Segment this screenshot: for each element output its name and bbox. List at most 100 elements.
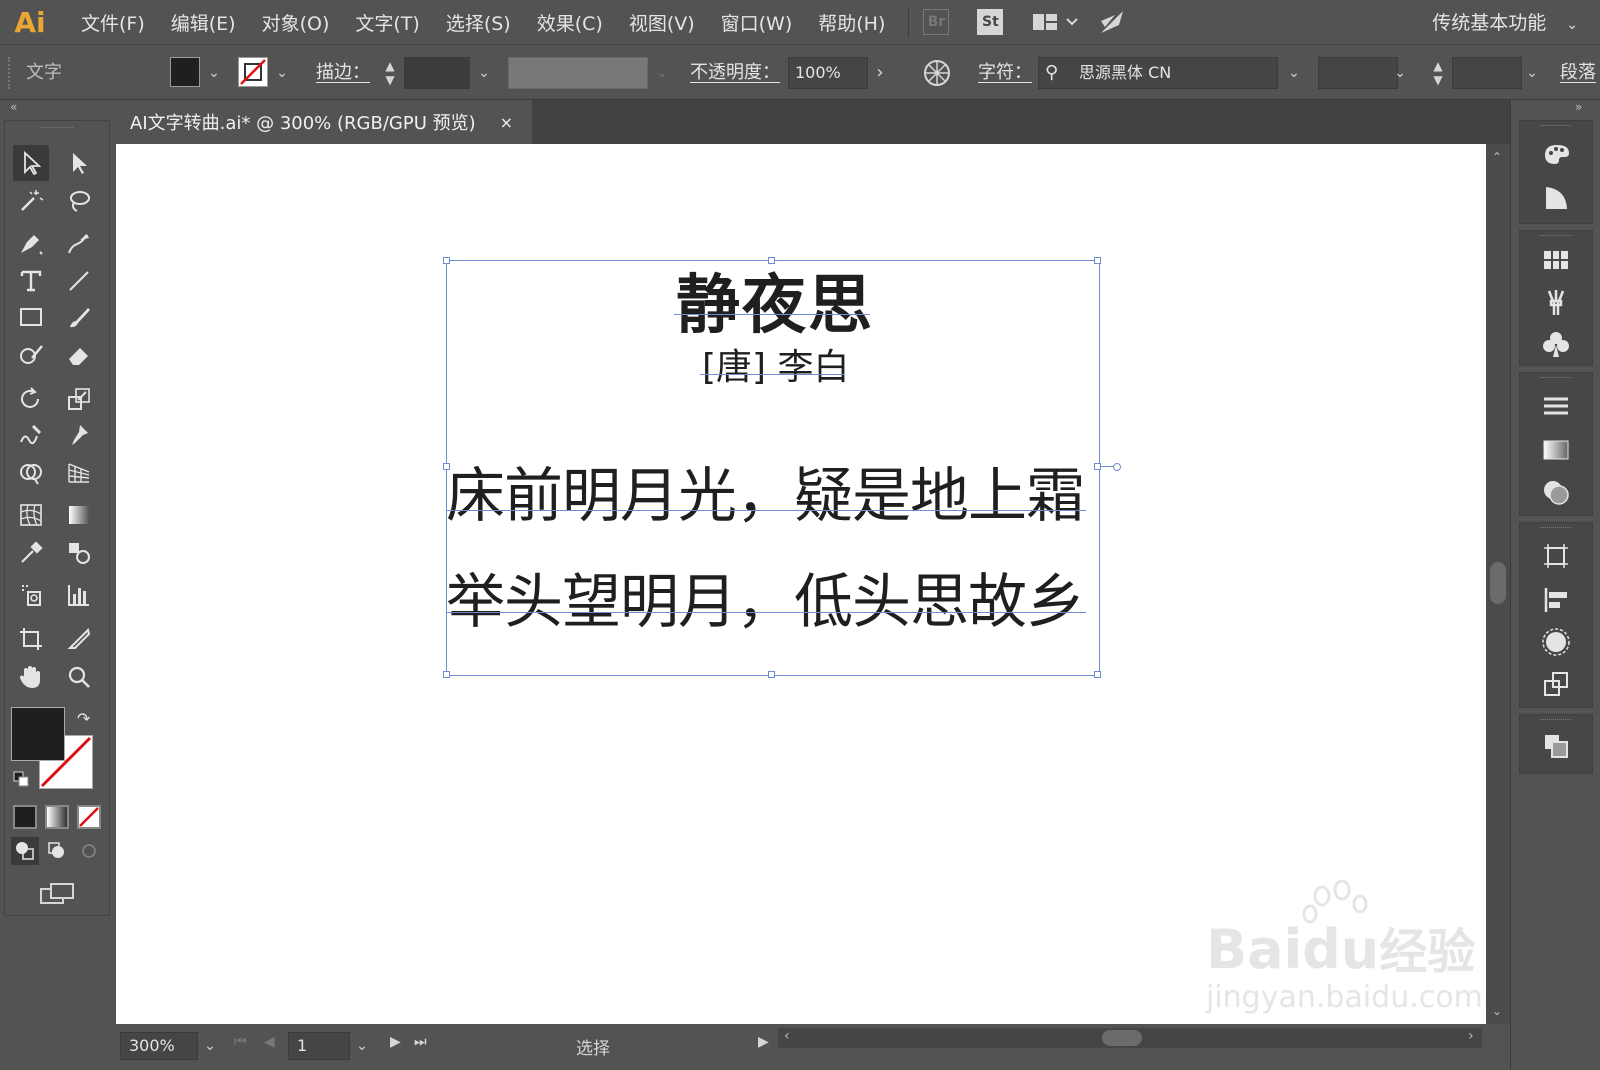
draw-behind-icon[interactable] — [43, 837, 71, 865]
stroke-dropdown-chevron-icon[interactable]: ⌄ — [272, 59, 292, 87]
lasso-tool-icon[interactable] — [61, 183, 97, 219]
menu-edit[interactable]: 编辑(E) — [158, 9, 249, 36]
swatches-panel-icon[interactable] — [1537, 241, 1575, 279]
recolor-artwork-icon[interactable] — [922, 58, 952, 88]
last-artboard-icon[interactable]: ⏭ — [414, 1034, 427, 1050]
screen-mode-icon[interactable] — [39, 881, 77, 907]
slice-tool-icon[interactable] — [61, 621, 97, 657]
artboard-chevron-icon[interactable]: ⌄ — [352, 1032, 372, 1060]
direct-selection-tool-icon[interactable] — [61, 145, 97, 181]
selection-handle[interactable] — [1094, 671, 1101, 678]
poem-line-2[interactable]: 举头望明月，低头思故乡 — [446, 554, 1085, 639]
collapse-toolbar-icon[interactable]: « — [10, 100, 17, 114]
font-size-input[interactable] — [1452, 57, 1522, 89]
paintbrush-tool-icon[interactable] — [61, 299, 97, 335]
artboard-tool-icon[interactable] — [13, 621, 49, 657]
poem-title[interactable]: 静夜思 — [676, 254, 874, 346]
rotate-tool-icon[interactable] — [13, 381, 49, 417]
blend-tool-icon[interactable] — [61, 535, 97, 571]
scroll-left-icon[interactable]: ‹ — [784, 1028, 790, 1044]
pen-tool-icon[interactable] — [13, 225, 49, 261]
zoom-tool-icon[interactable] — [61, 659, 97, 695]
font-style-chevron-icon[interactable]: ⌄ — [1390, 59, 1410, 87]
artboard-number-field[interactable]: 1 — [288, 1032, 350, 1060]
shape-builder-tool-icon[interactable] — [13, 455, 49, 491]
selection-handle[interactable] — [1094, 257, 1101, 264]
menu-type[interactable]: 文字(T) — [342, 9, 432, 36]
align-panel-icon[interactable] — [1537, 581, 1575, 619]
horizontal-scroll-thumb[interactable] — [1102, 1030, 1142, 1046]
selection-handle[interactable] — [443, 257, 450, 264]
poem-author[interactable]: [唐] 李白 — [702, 338, 850, 390]
fill-swatch[interactable] — [170, 57, 200, 87]
selection-handle[interactable] — [443, 671, 450, 678]
stroke-weight-stepper[interactable]: ▲ ▼ — [380, 59, 400, 87]
perspective-grid-tool-icon[interactable] — [61, 455, 97, 491]
document-tab[interactable]: AI文字转曲.ai* @ 300% (RGB/GPU 预览) × — [114, 100, 532, 144]
status-menu-chevron-icon[interactable]: ▶ — [758, 1034, 769, 1050]
mesh-tool-icon[interactable] — [13, 497, 49, 533]
pathfinder-panel-icon[interactable] — [1537, 623, 1575, 661]
color-guide-panel-icon[interactable] — [1537, 179, 1575, 217]
selection-tool-icon[interactable] — [13, 145, 49, 181]
draw-normal-icon[interactable] — [11, 837, 39, 865]
font-size-chevron-icon[interactable]: ⌄ — [1522, 59, 1542, 87]
stock-button[interactable]: St — [977, 9, 1004, 35]
vertical-scroll-thumb[interactable] — [1490, 562, 1506, 604]
magic-wand-tool-icon[interactable] — [13, 183, 49, 219]
font-style-field[interactable] — [1318, 57, 1398, 89]
font-family-field[interactable]: ⚲ 思源黑体 CN — [1038, 57, 1278, 89]
selection-handle[interactable] — [768, 671, 775, 678]
type-tool-icon[interactable] — [13, 263, 49, 299]
layers-panel-icon[interactable] — [1537, 727, 1575, 765]
default-fill-stroke-icon[interactable] — [13, 771, 29, 787]
profile-chevron-icon[interactable]: ⌄ — [652, 59, 672, 87]
artboards-panel-icon[interactable] — [1537, 665, 1575, 703]
transparency-panel-icon[interactable] — [1537, 473, 1575, 511]
none-mode-icon[interactable] — [77, 805, 101, 829]
scroll-down-icon[interactable]: ⌄ — [1492, 1004, 1502, 1018]
hand-tool-icon[interactable] — [13, 659, 49, 695]
first-artboard-icon[interactable]: ⏮ — [234, 1034, 247, 1050]
rotate-widget-circle[interactable] — [1113, 463, 1121, 471]
scroll-right-icon[interactable]: › — [1468, 1028, 1474, 1044]
shaper-tool-icon[interactable] — [13, 337, 49, 373]
fill-color-box-front[interactable] — [11, 707, 65, 761]
horizontal-scrollbar[interactable]: ‹ › — [778, 1028, 1482, 1048]
swap-fill-stroke-icon[interactable]: ↷ — [77, 709, 90, 728]
gradient-mode-icon[interactable] — [45, 805, 69, 829]
stroke-label[interactable]: 描边： — [316, 57, 370, 89]
stroke-weight-chevron-icon[interactable]: ⌄ — [474, 59, 494, 87]
menu-file[interactable]: 文件(F) — [68, 9, 158, 36]
column-graph-tool-icon[interactable] — [61, 577, 97, 613]
variable-width-profile[interactable] — [508, 57, 648, 89]
transform-panel-icon[interactable] — [1537, 537, 1575, 575]
fill-dropdown-chevron-icon[interactable]: ⌄ — [204, 59, 224, 87]
gradient-tool-icon[interactable] — [61, 497, 97, 533]
zoom-level-field[interactable]: 300% — [120, 1032, 198, 1060]
zoom-chevron-icon[interactable]: ⌄ — [200, 1032, 220, 1060]
menu-effect[interactable]: 效果(C) — [524, 9, 616, 36]
scroll-up-icon[interactable]: ⌃ — [1492, 150, 1502, 164]
collapse-dock-icon[interactable]: » — [1575, 100, 1582, 114]
menu-object[interactable]: 对象(O) — [249, 9, 343, 36]
character-label[interactable]: 字符： — [978, 57, 1032, 89]
line-segment-tool-icon[interactable] — [61, 263, 97, 299]
poem-line-1[interactable]: 床前明月光，疑是地上霜 — [446, 448, 1085, 533]
menu-select[interactable]: 选择(S) — [433, 9, 524, 36]
next-artboard-icon[interactable]: ▶ — [390, 1034, 401, 1050]
vertical-scrollbar[interactable]: ⌃ ⌄ — [1486, 144, 1510, 1024]
workspace-switcher[interactable]: 传统基本功能 ⌄ — [1432, 8, 1578, 35]
eraser-tool-icon[interactable] — [61, 337, 97, 373]
font-family-chevron-icon[interactable]: ⌄ — [1284, 59, 1304, 87]
draw-inside-icon[interactable] — [75, 837, 103, 865]
gradient-panel-icon[interactable] — [1537, 431, 1575, 469]
symbol-sprayer-tool-icon[interactable] — [13, 577, 49, 613]
scale-tool-icon[interactable] — [61, 381, 97, 417]
color-mode-icon[interactable] — [13, 805, 37, 829]
warp-tool-icon[interactable] — [13, 417, 49, 453]
arrange-documents-icon[interactable] — [1031, 9, 1081, 35]
close-icon[interactable]: × — [500, 113, 513, 132]
color-panel-icon[interactable] — [1537, 135, 1575, 173]
opacity-input[interactable]: 100% — [788, 57, 868, 89]
